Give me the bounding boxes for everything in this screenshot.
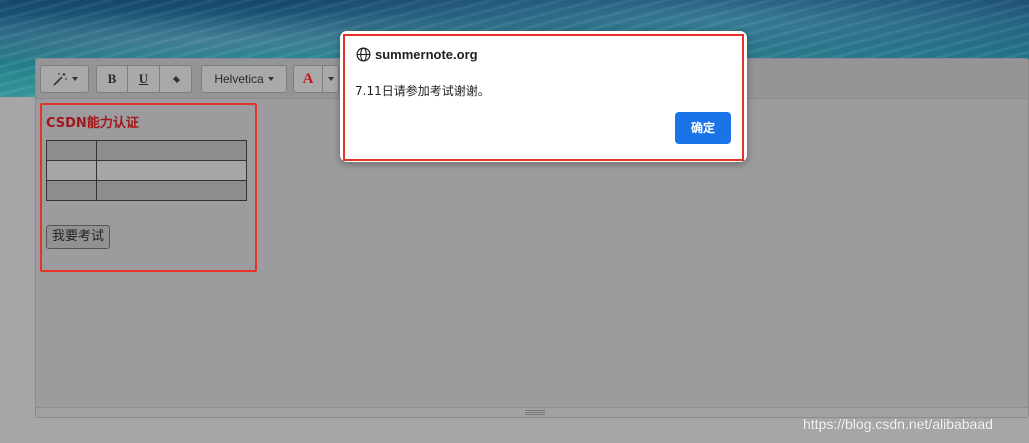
font-name-dropdown[interactable]: Helvetica [201, 65, 287, 93]
color-group: A [293, 65, 339, 95]
grip-icon [525, 410, 545, 415]
magic-wand-icon [52, 73, 66, 86]
underline-button[interactable]: U [128, 65, 160, 93]
content-highlight-box [40, 103, 257, 272]
font-color-button[interactable]: A [293, 65, 323, 93]
eraser-icon [170, 75, 180, 84]
clear-format-button[interactable] [160, 65, 192, 93]
font-style-group: B U [96, 65, 192, 95]
caret-down-icon [71, 77, 78, 81]
bold-button[interactable]: B [96, 65, 128, 93]
font-name-group: Helvetica [201, 65, 287, 95]
caret-down-icon [267, 77, 274, 81]
font-name-label: Helvetica [214, 72, 264, 86]
caret-down-icon [327, 77, 334, 81]
watermark: https://blog.csdn.net/alibabaad [803, 416, 993, 432]
style-dropdown-button[interactable] [40, 65, 89, 93]
style-group [40, 65, 89, 95]
color-dropdown-button[interactable] [323, 65, 339, 93]
dialog-highlight-box [343, 34, 744, 161]
